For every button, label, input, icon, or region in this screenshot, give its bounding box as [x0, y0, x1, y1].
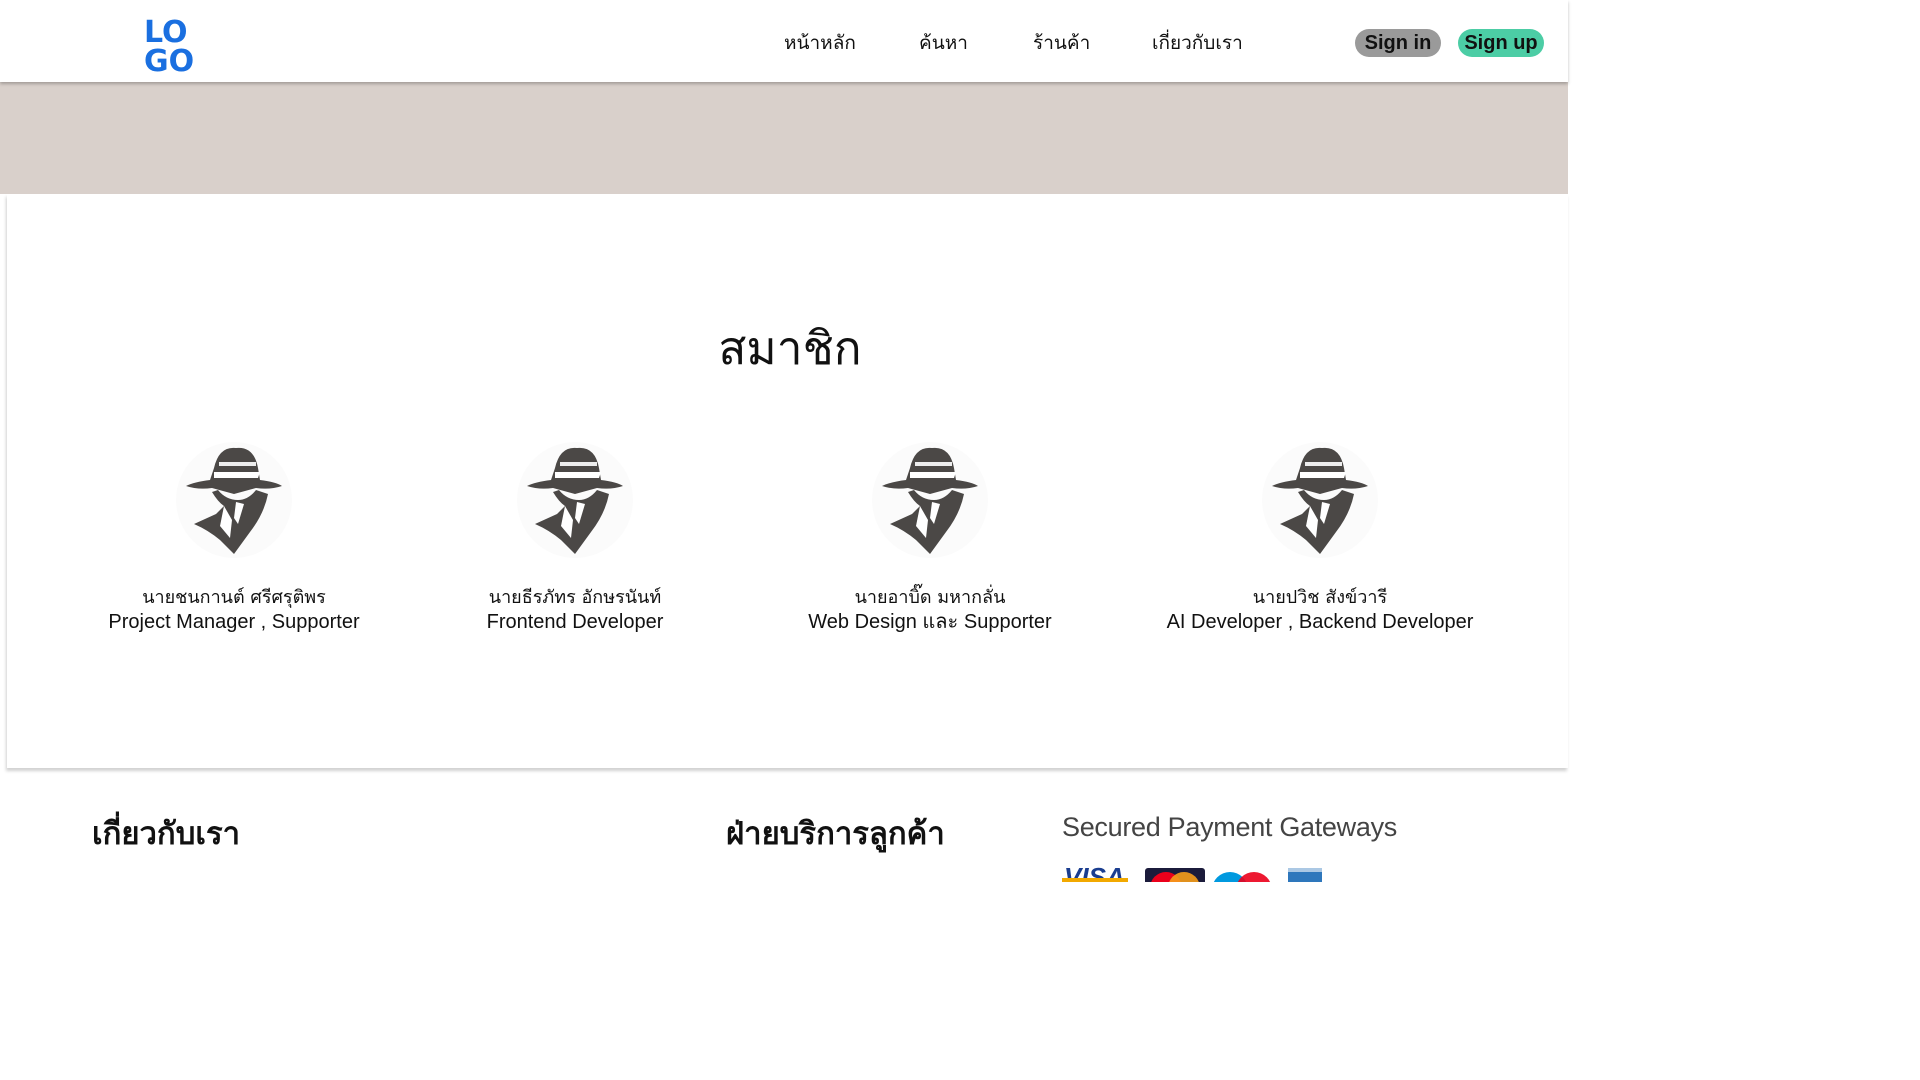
visa-icon: VISA	[1062, 864, 1128, 882]
detective-icon	[1262, 442, 1378, 558]
member-name: นายชนกานต์ ศรีศรุติพร	[142, 587, 326, 608]
maestro-icon	[1213, 872, 1271, 882]
member-card: นายชนกานต์ ศรีศรุติพร Project Manager , …	[64, 440, 404, 634]
member-card: นายธีรภัทร อักษรนันท์ Frontend Developer	[405, 440, 745, 634]
member-card: นายปวิช สังข์วารี AI Developer , Backend…	[1150, 440, 1490, 634]
footer-about-heading: เกี่ยวกับเรา	[92, 816, 241, 852]
nav-home[interactable]: หน้าหลัก	[784, 28, 856, 58]
members-title: สมาชิก	[718, 321, 862, 375]
footer-service-heading: ฝ่ายบริการลูกค้า	[726, 816, 945, 852]
top-navbar: LO GO หน้าหลัก ค้นหา ร้านค้า เกี่ยวกับเร…	[0, 0, 1568, 82]
payment-gateways-heading: Secured Payment Gateways	[1062, 812, 1397, 842]
detective-icon	[517, 442, 633, 558]
member-role: Frontend Developer	[486, 611, 664, 633]
member-role: AI Developer , Backend Developer	[1166, 611, 1474, 633]
nav-shop[interactable]: ร้านค้า	[1033, 28, 1090, 58]
member-name: นายธีรภัทร อักษรนันท์	[488, 587, 662, 608]
member-name: นายปวิช สังข์วารี	[1252, 587, 1388, 608]
member-role: Project Manager , Supporter	[108, 611, 360, 633]
nav-search[interactable]: ค้นหา	[919, 28, 968, 58]
amex-icon	[1288, 868, 1322, 882]
detective-icon	[176, 442, 292, 558]
member-role: Web Design และ Supporter	[808, 611, 1052, 633]
signup-button[interactable]: Sign up	[1458, 29, 1544, 57]
mastercard-icon	[1145, 868, 1205, 882]
signin-button[interactable]: Sign in	[1355, 29, 1441, 57]
main-nav: หน้าหลัก ค้นหา ร้านค้า เกี่ยวกับเรา	[0, 28, 1568, 56]
hero-banner	[0, 82, 1568, 194]
detective-icon	[872, 442, 988, 558]
payment-icons: VISA	[1062, 864, 1322, 882]
nav-about[interactable]: เกี่ยวกับเรา	[1152, 28, 1243, 58]
member-name: นายอาบิ๊ด มหากลั่น	[854, 587, 1006, 608]
member-card: นายอาบิ๊ด มหากลั่น Web Design และ Suppor…	[760, 440, 1100, 634]
